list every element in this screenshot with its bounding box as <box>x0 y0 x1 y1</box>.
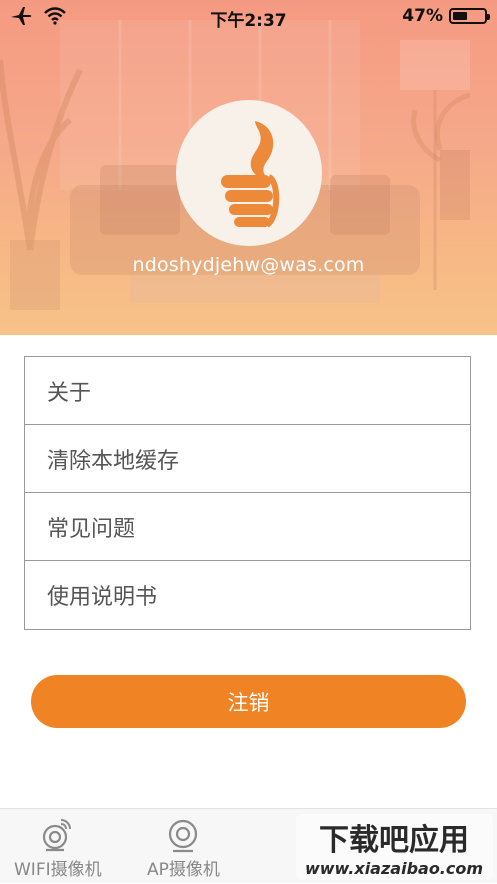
logout-button[interactable]: 注销 <box>31 675 466 728</box>
tab-wifi-camera[interactable]: WIFI摄像机 <box>14 817 102 880</box>
battery-percent: 47% <box>402 6 443 26</box>
status-bar: 下午2:37 47% <box>0 0 497 34</box>
user-email: ndoshydjehw@was.com <box>132 254 365 276</box>
menu-item-faq[interactable]: 常见问题 <box>25 493 470 561</box>
watermark-logo: 下载吧应用 www.xiazaibao.com <box>296 814 493 880</box>
menu-item-about[interactable]: 关于 <box>25 357 470 425</box>
menu-item-clear-cache[interactable]: 清除本地缓存 <box>25 425 470 493</box>
tab-ap-camera-label: AP摄像机 <box>147 860 220 880</box>
tab-ap-camera[interactable]: AP摄像机 <box>147 817 220 880</box>
battery-icon <box>449 8 490 24</box>
watermark-title: 下载吧应用 <box>319 823 469 858</box>
settings-menu: 关于 清除本地缓存 常见问题 使用说明书 <box>24 356 471 630</box>
thumbs-up-logo-icon <box>221 121 280 228</box>
status-right: 47% <box>402 6 490 26</box>
menu-item-manual[interactable]: 使用说明书 <box>25 561 470 629</box>
avatar[interactable] <box>176 100 322 246</box>
watermark-url: www.xiazaibao.com <box>305 859 483 878</box>
battery-level <box>453 12 468 20</box>
watermark-graphic: 下载吧应用 www.xiazaibao.com <box>296 814 493 880</box>
camera-icon <box>169 819 198 853</box>
camera-wifi-icon <box>42 819 71 852</box>
tab-wifi-camera-label: WIFI摄像机 <box>14 860 102 880</box>
